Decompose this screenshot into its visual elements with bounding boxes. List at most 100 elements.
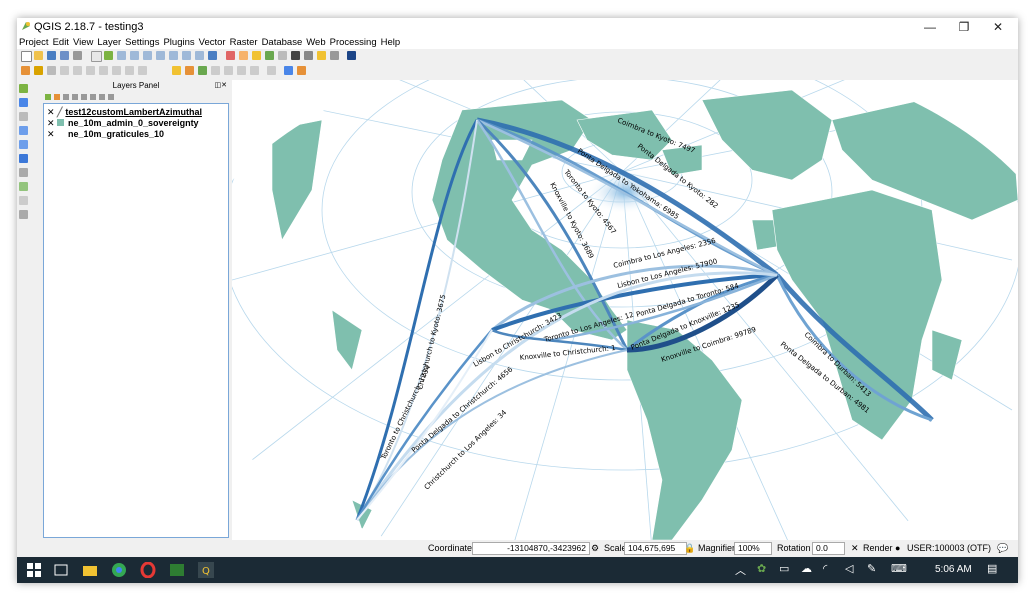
close-button[interactable]: ✕ (978, 18, 1018, 36)
paste-features-icon[interactable] (138, 66, 147, 75)
menu-edit[interactable]: Edit (51, 36, 71, 49)
wifi-icon[interactable]: ◜ (823, 562, 839, 578)
coordinate-field[interactable]: -13104870,-3423962 (472, 542, 590, 555)
map-canvas[interactable]: Coimbra to Kyoto: 7497 Ponta Delgada to … (232, 80, 1018, 540)
terminal-icon[interactable] (169, 562, 185, 578)
battery-icon[interactable]: ▭ (779, 562, 795, 578)
change-label-icon[interactable] (237, 66, 246, 75)
move-label-icon[interactable] (211, 66, 220, 75)
menu-plugins[interactable]: Plugins (161, 36, 196, 49)
measure-icon[interactable] (304, 51, 313, 60)
map-render[interactable]: Coimbra to Kyoto: 7497 Ponta Delgada to … (232, 80, 1018, 540)
menu-project[interactable]: Project (17, 36, 51, 49)
save-as-icon[interactable] (60, 51, 69, 60)
add-delimited-text-icon[interactable] (19, 196, 28, 205)
deselect-icon[interactable] (252, 51, 261, 60)
add-spatialite-icon[interactable] (19, 126, 28, 135)
zoom-last-icon[interactable] (182, 51, 191, 60)
save-edits-icon[interactable] (47, 66, 56, 75)
chevron-up-icon[interactable]: ︿ (735, 562, 751, 578)
messages-icon[interactable]: 💬 (997, 543, 1008, 554)
volume-icon[interactable]: ◁ (845, 562, 861, 578)
pan-icon[interactable] (91, 51, 102, 62)
add-wfs-icon[interactable] (19, 182, 28, 191)
new-layer-icon[interactable] (19, 210, 28, 219)
tips-icon[interactable] (330, 51, 339, 60)
magnifier-field[interactable]: 100% (734, 542, 772, 555)
save-project-icon[interactable] (47, 51, 56, 60)
toggle-editing-icon[interactable] (34, 66, 43, 75)
checkbox-icon[interactable]: ✕ (47, 107, 57, 118)
layer-item-sovereignty[interactable]: ✕ ne_10m_admin_0_sovereignty (47, 118, 199, 129)
qgis-taskbar-icon[interactable]: Q (198, 562, 214, 578)
rotate-label-icon[interactable] (224, 66, 233, 75)
extents-toggle-icon[interactable]: ⚙ (591, 543, 599, 554)
rotation-field[interactable]: 0.0 (812, 542, 845, 555)
lock-icon[interactable]: 🔒 (684, 543, 695, 554)
add-postgis-icon[interactable] (19, 112, 28, 121)
menu-raster[interactable]: Raster (228, 36, 260, 49)
annotation-icon[interactable] (317, 51, 326, 60)
field-calc-icon[interactable] (278, 51, 287, 60)
taskbar-clock[interactable]: 5:06 AM (935, 564, 972, 575)
menu-database[interactable]: Database (260, 36, 305, 49)
add-raster-icon[interactable] (19, 98, 28, 107)
task-view-icon[interactable] (53, 562, 69, 578)
file-explorer-icon[interactable] (82, 562, 98, 578)
zoom-out-icon[interactable] (130, 51, 139, 60)
zoom-layer-icon[interactable] (156, 51, 165, 60)
add-wms-icon[interactable] (19, 154, 28, 163)
new-project-icon[interactable] (21, 51, 32, 62)
zoom-full-icon[interactable] (143, 51, 152, 60)
statistics-icon[interactable] (291, 51, 300, 60)
cloud-icon[interactable]: ☁ (801, 562, 817, 578)
open-project-icon[interactable] (34, 51, 43, 60)
zoom-next-icon[interactable] (195, 51, 204, 60)
show-labels-icon[interactable] (198, 66, 207, 75)
refresh-icon[interactable] (208, 51, 217, 60)
menu-help[interactable]: Help (379, 36, 403, 49)
label-props-icon[interactable] (250, 66, 259, 75)
add-vector-icon[interactable] (19, 84, 28, 93)
menu-layer[interactable]: Layer (95, 36, 123, 49)
keyboard-icon[interactable]: ⌨ (891, 562, 907, 578)
node-tool-icon[interactable] (86, 66, 95, 75)
panel-float-close-icon[interactable]: ◫✕ (215, 81, 227, 89)
pan-to-selection-icon[interactable] (104, 51, 113, 60)
start-icon[interactable] (26, 562, 42, 578)
opera-icon[interactable] (140, 562, 156, 578)
move-feature-icon[interactable] (73, 66, 82, 75)
menu-processing[interactable]: Processing (328, 36, 379, 49)
chrome-icon[interactable] (111, 562, 127, 578)
add-wcs-icon[interactable] (19, 168, 28, 177)
checkbox-icon[interactable]: ✕ (47, 118, 57, 129)
identify-icon[interactable] (226, 51, 235, 60)
scale-field[interactable]: 104,675,695 (624, 542, 687, 555)
notifications-icon[interactable]: ▤ (987, 562, 1003, 578)
crs-button[interactable]: USER:100003 (OTF) (907, 543, 991, 553)
select-icon[interactable] (239, 51, 248, 60)
add-feature-icon[interactable] (60, 66, 69, 75)
plugin-a-icon[interactable] (284, 66, 293, 75)
render-checkbox-icon[interactable]: ✕ (851, 543, 859, 554)
menu-settings[interactable]: Settings (123, 36, 161, 49)
checkbox-icon[interactable]: ✕ (47, 129, 57, 140)
layers-panel-tools-icon[interactable] (43, 92, 163, 102)
zoom-selection-icon[interactable] (169, 51, 178, 60)
copy-features-icon[interactable] (125, 66, 134, 75)
current-edits-icon[interactable] (21, 66, 30, 75)
zoom-in-icon[interactable] (117, 51, 126, 60)
layer-item-graticules[interactable]: ✕ ne_10m_graticules_10 (47, 129, 164, 140)
menu-view[interactable]: View (71, 36, 95, 49)
label-tool-icon[interactable] (172, 66, 181, 75)
menu-vector[interactable]: Vector (197, 36, 228, 49)
sync-icon[interactable]: ✿ (757, 562, 773, 578)
print-composer-icon[interactable] (73, 51, 82, 60)
ruler-icon[interactable] (267, 66, 276, 75)
add-mssql-icon[interactable] (19, 140, 28, 149)
delete-selected-icon[interactable] (99, 66, 108, 75)
python-icon[interactable] (347, 51, 356, 60)
open-table-icon[interactable] (265, 51, 274, 60)
pin-labels-icon[interactable] (185, 66, 194, 75)
cut-features-icon[interactable] (112, 66, 121, 75)
